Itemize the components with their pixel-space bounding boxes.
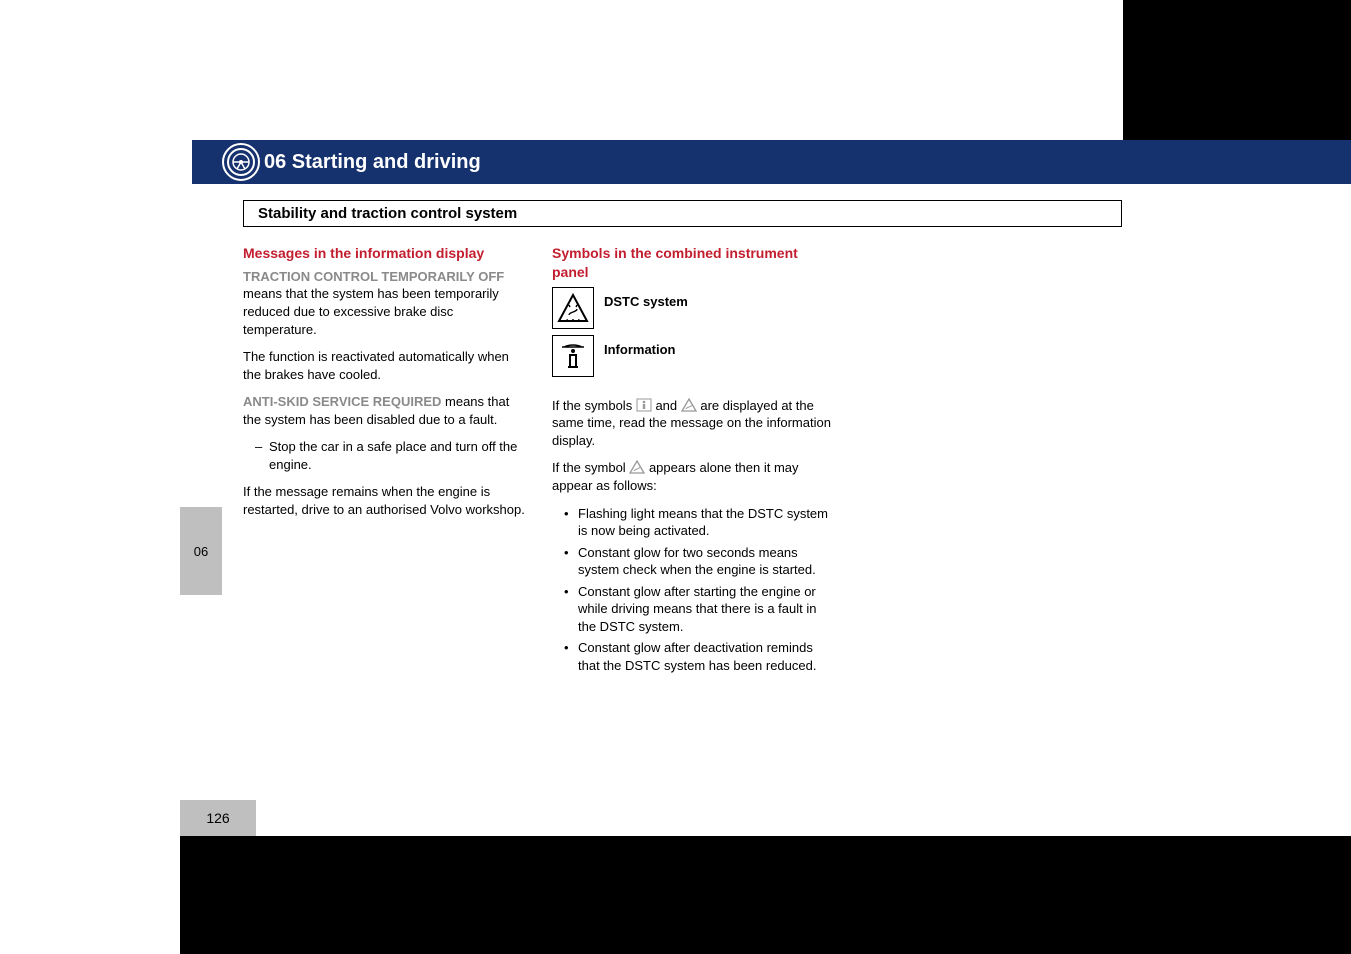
bullet-item: Constant glow for two seconds means syst… [564,544,837,579]
chapter-icon [222,143,260,181]
page-number: 126 [180,800,256,836]
dstc-label: DSTC system [604,287,688,311]
col1-dash-list: Stop the car in a safe place and turn of… [243,438,528,473]
symbol-row-dstc: DSTC system [552,287,837,331]
col2-para-1: If the symbols and are displayed at the … [552,397,837,450]
inline-info-icon [636,398,652,412]
column-right: Symbols in the combined instrument panel… [552,244,837,684]
bullet-item: Flashing light means that the DSTC syste… [564,505,837,540]
content-columns: Messages in the information display TRAC… [243,244,837,684]
section-title-box: Stability and traction control system [243,200,1122,227]
col1-para-1b: The function is reactivated automaticall… [243,348,528,383]
symbol-row-info: Information [552,335,837,379]
col1-para-3: If the message remains when the engine i… [243,483,528,518]
inline-triangle-icon-2 [629,460,645,474]
top-black-band [1123,0,1351,140]
steering-wheel-icon [227,148,255,176]
col1-heading: Messages in the information display [243,244,528,263]
dstc-triangle-icon [552,287,594,329]
p1a: If the symbols [552,398,636,413]
chapter-title: 06 Starting and driving [264,151,481,174]
info-label: Information [604,335,676,359]
col1-para-1: TRACTION CONTROL TEMPORARILY OFF means t… [243,268,528,338]
p1b: and [655,398,680,413]
msg-code-2: ANTI-SKID SERVICE REQUIRED [243,394,441,409]
inline-triangle-icon [681,398,697,412]
msg-rest-1: means that the system has been temporari… [243,286,499,336]
column-left: Messages in the information display TRAC… [243,244,528,684]
page-number-value: 126 [206,810,229,826]
col2-heading: Symbols in the combined instrument panel [552,244,837,282]
section-title: Stability and traction control system [258,205,517,222]
side-tab-label: 06 [194,544,208,559]
bullet-item: Constant glow after deactivation reminds… [564,639,837,674]
dash-item: Stop the car in a safe place and turn of… [255,438,528,473]
msg-code-1: TRACTION CONTROL TEMPORARILY OFF [243,269,504,284]
chapter-header: 06 Starting and driving [192,140,1351,184]
info-book-icon [552,335,594,377]
col1-para-2: ANTI-SKID SERVICE REQUIRED means that th… [243,393,528,428]
p2a: If the symbol [552,460,629,475]
left-margin [0,0,180,954]
col2-bullet-list: Flashing light means that the DSTC syste… [552,505,837,675]
bullet-item: Constant glow after starting the engine … [564,583,837,636]
side-chapter-tab: 06 [180,507,222,595]
col2-para-2: If the symbol appears alone then it may … [552,459,837,494]
bottom-black-band [180,836,1351,954]
